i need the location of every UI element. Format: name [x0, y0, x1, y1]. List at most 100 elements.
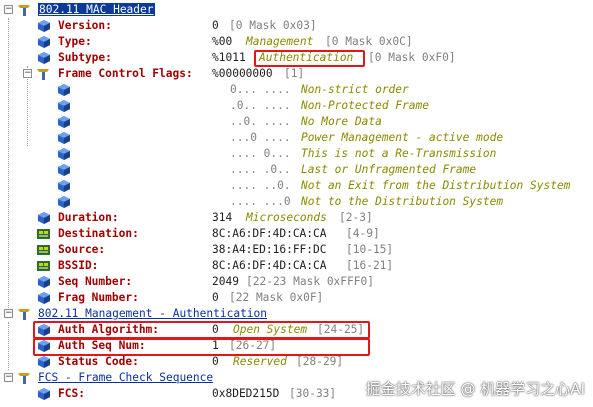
- field-value: 0: [212, 291, 219, 304]
- flag-row[interactable]: ..0. .... No More Data: [0, 114, 593, 130]
- field-label: Status Code:: [58, 355, 139, 368]
- field-value: 314: [212, 211, 233, 224]
- flag-description: Not an Exit from the Distribution System: [301, 179, 571, 192]
- field-cube-icon: [58, 148, 70, 160]
- field-row-fcf[interactable]: − Frame Control Flags: %00000000 [1]: [0, 66, 593, 82]
- collapse-toggle[interactable]: −: [4, 309, 13, 318]
- flag-description: No More Data: [301, 115, 382, 128]
- flag-row[interactable]: ...0 .... Power Management - active mode: [0, 130, 593, 146]
- field-row-destination[interactable]: Destination: 8C:A6:DF:4D:CA:CA [4-9]: [0, 226, 593, 242]
- flag-bits: .0.. ....: [230, 99, 291, 112]
- field-mask: [2-3]: [339, 211, 373, 224]
- flag-description: Not to the Distribution System: [301, 195, 504, 208]
- field-value: 0x8DED215D: [212, 387, 280, 400]
- field-cube-icon: [38, 36, 50, 48]
- highlight-box-auth-algorithm: [33, 321, 370, 339]
- field-cube-icon: [38, 212, 50, 224]
- field-label: BSSID:: [58, 259, 99, 272]
- flag-description: Non-Protected Frame: [301, 99, 429, 112]
- field-cube-icon: [58, 164, 70, 176]
- field-description: Reserved: [233, 355, 287, 368]
- field-value: 8C:A6:DF:4D:CA:CA: [212, 227, 327, 240]
- field-value: 38:A4:ED:16:FF:DC: [212, 243, 327, 256]
- field-mask: [22-23 Mask 0xFFF0]: [246, 275, 374, 288]
- field-cube-icon: [38, 356, 50, 368]
- field-value: 8C:A6:DF:4D:CA:CA: [212, 259, 327, 272]
- field-label: Duration:: [58, 211, 119, 224]
- mgmt-auth-title: 802.11 Management - Authentication: [38, 307, 268, 320]
- protocol-section-icon: [18, 5, 30, 16]
- flag-row[interactable]: .... ..0. Not an Exit from the Distribut…: [0, 178, 593, 194]
- field-cube-icon: [58, 84, 70, 96]
- flag-row[interactable]: .... 0... This is not a Re-Transmission: [0, 146, 593, 162]
- field-label: Subtype:: [58, 51, 112, 64]
- flag-row[interactable]: .... .0.. Last or Unfragmented Frame: [0, 162, 593, 178]
- mgmt-auth-row[interactable]: − 802.11 Management - Authentication: [0, 306, 593, 322]
- flag-description: Non-strict order: [301, 83, 409, 96]
- field-cube-icon: [38, 388, 50, 400]
- field-mask: [30-33]: [289, 387, 337, 400]
- flag-bits: ..0. ....: [230, 115, 291, 128]
- field-row-type[interactable]: Type: %00 Management [0 Mask 0x0C]: [0, 34, 593, 50]
- flag-bits: .... ..0.: [230, 179, 291, 192]
- field-row-status-code[interactable]: Status Code: 0 Reserved [28-29]: [0, 354, 593, 370]
- field-mask: [0 Mask 0x03]: [229, 19, 317, 32]
- collapse-toggle[interactable]: −: [4, 373, 13, 382]
- flag-bits: .... .0..: [230, 163, 291, 176]
- field-value: 0: [212, 19, 219, 32]
- protocol-section-icon: [18, 373, 30, 384]
- network-card-icon: [37, 229, 50, 239]
- field-cube-icon: [38, 20, 50, 32]
- mac-header-title: 802.11 MAC Header: [38, 3, 155, 16]
- field-cube-icon: [58, 180, 70, 192]
- field-row-bssid[interactable]: BSSID: 8C:A6:DF:4D:CA:CA [16-21]: [0, 258, 593, 274]
- flag-bits: .... 0...: [230, 147, 291, 160]
- network-card-icon: [37, 261, 50, 271]
- field-label: Source:: [58, 243, 106, 256]
- field-mask: [28-29]: [296, 355, 344, 368]
- field-cube-icon: [38, 292, 50, 304]
- field-mask: [16-21]: [346, 259, 394, 272]
- field-cube-icon: [38, 276, 50, 288]
- collapse-toggle[interactable]: −: [23, 69, 32, 78]
- field-mask: [1]: [284, 67, 305, 80]
- mac-header-row[interactable]: − 802.11 MAC Header: [0, 2, 593, 18]
- field-cube-icon: [38, 52, 50, 64]
- field-description: Management: [246, 35, 314, 48]
- watermark-text: 掘金技术社区 @ 机器学习之心AI: [365, 380, 585, 398]
- field-value: %00: [212, 35, 233, 48]
- field-value: %1011: [212, 51, 246, 64]
- fcs-title: FCS - Frame Check Sequence: [38, 371, 214, 384]
- field-mask: [4-9]: [346, 227, 380, 240]
- field-cube-icon: [58, 196, 70, 208]
- field-value: 2049: [212, 275, 239, 288]
- flag-bits: .... ...0: [230, 195, 291, 208]
- field-row-version[interactable]: Version: 0 [0 Mask 0x03]: [0, 18, 593, 34]
- flag-row[interactable]: .0.. .... Non-Protected Frame: [0, 98, 593, 114]
- field-value: %00000000: [212, 67, 273, 80]
- field-label: Type:: [58, 35, 92, 48]
- field-label: Seq Number:: [58, 275, 133, 288]
- field-description: Microseconds: [246, 211, 327, 224]
- field-label: Version:: [58, 19, 112, 32]
- field-mask: [10-15]: [346, 243, 394, 256]
- field-row-seq-number[interactable]: Seq Number: 2049 [22-23 Mask 0xFFF0]: [0, 274, 593, 290]
- field-label: Frame Control Flags:: [58, 67, 193, 80]
- collapse-toggle[interactable]: −: [4, 5, 13, 14]
- flag-row[interactable]: .... ...0 Not to the Distribution System: [0, 194, 593, 210]
- field-cube-icon: [58, 116, 70, 128]
- flag-row[interactable]: 0... .... Non-strict order: [0, 82, 593, 98]
- field-label: FCS:: [58, 387, 85, 400]
- field-row-duration[interactable]: Duration: 314 Microseconds [2-3]: [0, 210, 593, 226]
- field-row-source[interactable]: Source: 38:A4:ED:16:FF:DC [10-15]: [0, 242, 593, 258]
- field-row-frag-number[interactable]: Frag Number: 0 [22 Mask 0x0F]: [0, 290, 593, 306]
- flags-group-icon: [37, 69, 49, 80]
- field-label: Frag Number:: [58, 291, 139, 304]
- field-cube-icon: [58, 132, 70, 144]
- highlight-box-subtype: [254, 50, 365, 67]
- field-cube-icon: [58, 100, 70, 112]
- field-label: Destination:: [58, 227, 139, 240]
- flag-description: This is not a Re-Transmission: [301, 147, 497, 160]
- flag-bits: 0... ....: [230, 83, 291, 96]
- field-mask: [0 Mask 0x0C]: [325, 35, 413, 48]
